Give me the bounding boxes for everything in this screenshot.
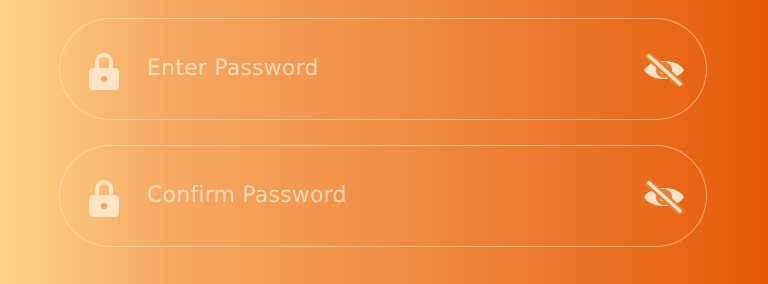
password-field[interactable]: Enter Password: [59, 18, 707, 120]
eye-slash-icon[interactable]: [642, 53, 686, 87]
password-placeholder: Enter Password: [147, 56, 319, 81]
confirm-password-placeholder: Confirm Password: [147, 183, 347, 208]
confirm-password-field[interactable]: Confirm Password: [59, 145, 707, 247]
lock-icon: [89, 53, 119, 90]
eye-slash-icon[interactable]: [642, 180, 686, 214]
lock-icon: [89, 180, 119, 217]
